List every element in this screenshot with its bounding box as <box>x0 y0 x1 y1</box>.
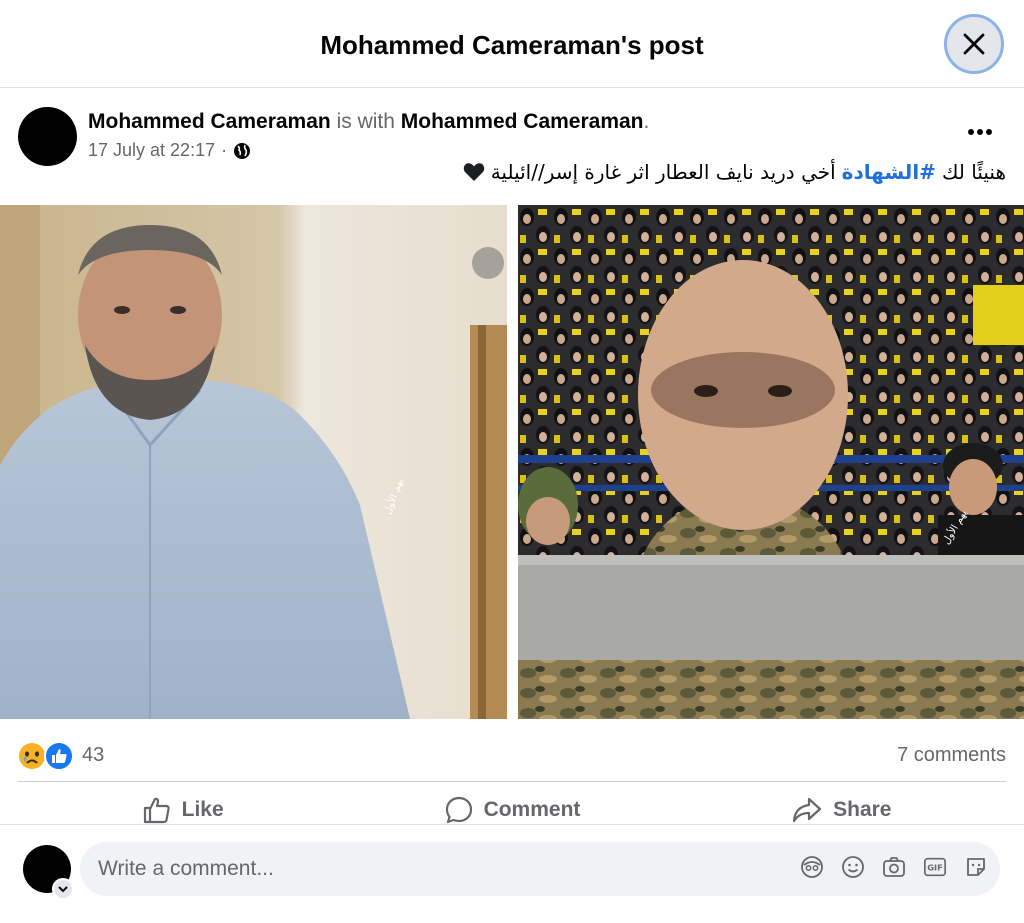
with-text: is with <box>330 110 401 133</box>
emoji-icon <box>842 856 864 878</box>
avatar-sticker-button[interactable] <box>800 855 824 879</box>
camera-button[interactable] <box>882 855 906 879</box>
dialog-title: Mohammed Cameraman's post <box>320 30 704 60</box>
post-timestamp[interactable]: 17 July at 22:17 <box>88 140 215 161</box>
reaction-icons <box>18 740 74 771</box>
comment-composer: GIF <box>80 842 1000 896</box>
author-name[interactable]: Mohammed Cameraman <box>88 110 331 133</box>
close-icon <box>963 33 985 55</box>
share-arrow-icon <box>793 797 822 823</box>
author-line: Mohammed Cameraman is with Mohammed Came… <box>88 110 649 134</box>
gif-button[interactable]: GIF <box>923 855 947 879</box>
more-options-button[interactable] <box>962 116 998 148</box>
comments-count[interactable]: 7 comments <box>897 744 1006 767</box>
caption-text-after: أخي دريد نايف العطار اثر غارة إسر//ائيلي… <box>490 160 836 184</box>
black-heart-icon <box>463 163 484 181</box>
camera-icon <box>883 857 905 877</box>
sticker-icon <box>967 858 985 876</box>
author-avatar[interactable] <box>18 107 77 166</box>
svg-text:GIF: GIF <box>927 863 943 873</box>
stats-divider <box>18 781 1006 782</box>
more-dots-icon <box>968 129 992 135</box>
tagged-name[interactable]: Mohammed Cameraman <box>401 110 644 133</box>
reactions-summary[interactable]: 43 <box>18 740 105 771</box>
tagged-suffix: . <box>643 110 650 133</box>
gif-icon: GIF <box>924 857 946 877</box>
composer-icons: GIF <box>800 855 988 879</box>
like-button[interactable]: Like <box>18 788 347 832</box>
post-caption: هنيئًا لك #الشهادة أخي دريد نايف العطار … <box>463 160 1006 184</box>
post-actions: Like Comment Share <box>18 788 1006 832</box>
caption-text-before: هنيئًا لك <box>941 160 1006 184</box>
meta-separator: · <box>221 140 228 160</box>
post-meta: 17 July at 22:17 · <box>88 140 251 161</box>
thumbs-up-icon <box>143 797 170 824</box>
sad-reaction-icon <box>19 743 45 769</box>
like-label: Like <box>181 798 224 821</box>
post-photos: يهم الأول يهم الأول <box>0 205 1024 719</box>
hashtag-link[interactable]: #الشهادة <box>842 160 936 184</box>
profile-switch-button[interactable] <box>52 878 74 900</box>
comment-input[interactable] <box>98 857 698 881</box>
avatar-sticker-icon <box>801 856 823 878</box>
share-label: Share <box>833 798 892 821</box>
chevron-down-icon <box>58 886 68 893</box>
emoji-button[interactable] <box>841 855 865 879</box>
dialog-header: Mohammed Cameraman's post <box>0 0 1024 88</box>
close-button[interactable] <box>944 14 1004 74</box>
comment-label: Comment <box>483 798 581 821</box>
globe-icon <box>234 142 251 159</box>
photo-bearded-man[interactable]: يهم الأول <box>0 205 507 719</box>
like-reaction-icon <box>44 741 74 771</box>
comment-bubble-icon <box>445 796 472 824</box>
reaction-count: 43 <box>82 743 105 766</box>
comment-button[interactable]: Comment <box>347 788 676 832</box>
sticker-button[interactable] <box>964 855 988 879</box>
photo-masked-man[interactable]: يهم الأول <box>518 205 1024 719</box>
share-button[interactable]: Share <box>677 788 1006 832</box>
actions-divider <box>0 824 1024 825</box>
